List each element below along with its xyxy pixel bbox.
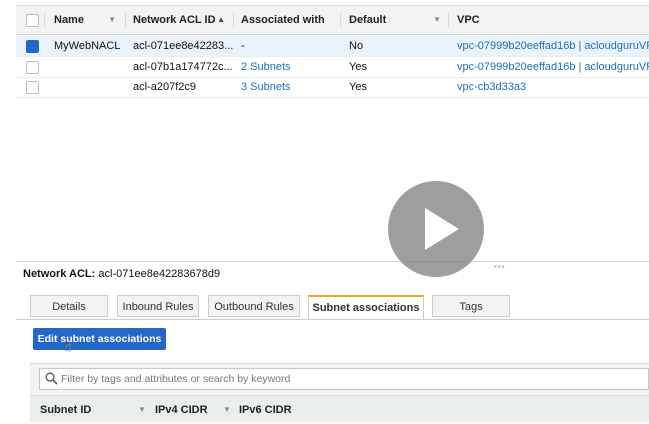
table-row[interactable]: acl-07b1a174772c... 2 Subnets Yes vpc-07… [16,57,649,78]
cell-name: MyWebNACL [54,40,121,52]
column-header-vpc[interactable]: VPC [457,6,557,34]
tab-outbound-rules[interactable]: Outbound Rules [208,295,300,317]
cell-acl-id: acl-07b1a174772c... [133,61,233,73]
cell-default: Yes [349,61,367,73]
filter-box[interactable] [39,368,649,390]
cell-associated-link[interactable]: 2 Subnets [241,57,291,77]
cell-associated: - [241,40,245,52]
play-icon [425,208,459,250]
cell-acl-id: acl-a207f2c9 [133,81,196,93]
column-header-default[interactable]: Default ▼ [349,6,449,34]
sort-icon: ▼ [223,405,231,414]
column-header-name[interactable]: Name ▼ [54,6,124,34]
panel-splitter[interactable] [16,261,649,262]
sort-icon: ▼ [433,15,441,24]
cell-acl-id: acl-071ee8e42283... [133,40,233,52]
play-button[interactable] [388,181,484,277]
tab-inbound-rules[interactable]: Inbound Rules [117,295,199,317]
cell-default: Yes [349,81,367,93]
cell-default: No [349,40,364,52]
detail-title: Network ACL: acl-071ee8e42283678d9 [23,268,220,280]
subnet-table-header: Subnet ID ▼ IPv4 CIDR ▼ IPv6 CIDR [30,395,649,422]
column-header-subnet-id[interactable]: Subnet ID [40,396,91,422]
row-checkbox[interactable] [26,81,39,94]
search-icon [45,372,58,385]
tab-details[interactable]: Details [30,295,108,317]
tab-divider [16,319,649,320]
tab-tags[interactable]: Tags [432,295,510,317]
splitter-grip-icon[interactable]: ▪▪▪ [494,262,506,271]
cell-vpc-link[interactable]: vpc-cb3d33a3 [457,77,526,97]
column-header-ipv4-cidr[interactable]: IPv4 CIDR [155,396,208,422]
table-header: Name ▼ Network ACL ID ▲ Associated with … [16,5,649,35]
column-header-associated-with[interactable]: Associated with [241,6,346,34]
hand-cursor-icon: ☝ [64,339,72,354]
cell-associated-link[interactable]: 3 Subnets [241,77,291,97]
tab-subnet-associations[interactable]: Subnet associations [308,295,424,320]
row-checkbox[interactable] [26,40,39,53]
edit-subnet-associations-button[interactable]: Edit subnet associations [33,328,166,350]
cell-vpc-link[interactable]: vpc-07999b20eeffad16b | acloudguruVPC [457,57,649,77]
sort-ascending-icon: ▲ [217,15,225,24]
filter-input[interactable] [61,370,621,388]
sort-icon: ▼ [138,405,146,414]
select-all-checkbox[interactable] [26,14,39,27]
column-header-ipv6-cidr[interactable]: IPv6 CIDR [239,396,292,422]
table-row[interactable]: MyWebNACL acl-071ee8e42283... - No vpc-0… [16,36,649,57]
column-header-acl-id[interactable]: Network ACL ID ▲ [133,6,233,34]
table-row[interactable]: acl-a207f2c9 3 Subnets Yes vpc-cb3d33a3 [16,77,649,98]
row-checkbox[interactable] [26,61,39,74]
detail-label: Network ACL: [23,268,96,280]
detail-value: acl-071ee8e42283678d9 [98,268,221,280]
sort-icon: ▼ [108,15,116,24]
cell-vpc-link[interactable]: vpc-07999b20eeffad16b | acloudguruVPC [457,36,649,56]
